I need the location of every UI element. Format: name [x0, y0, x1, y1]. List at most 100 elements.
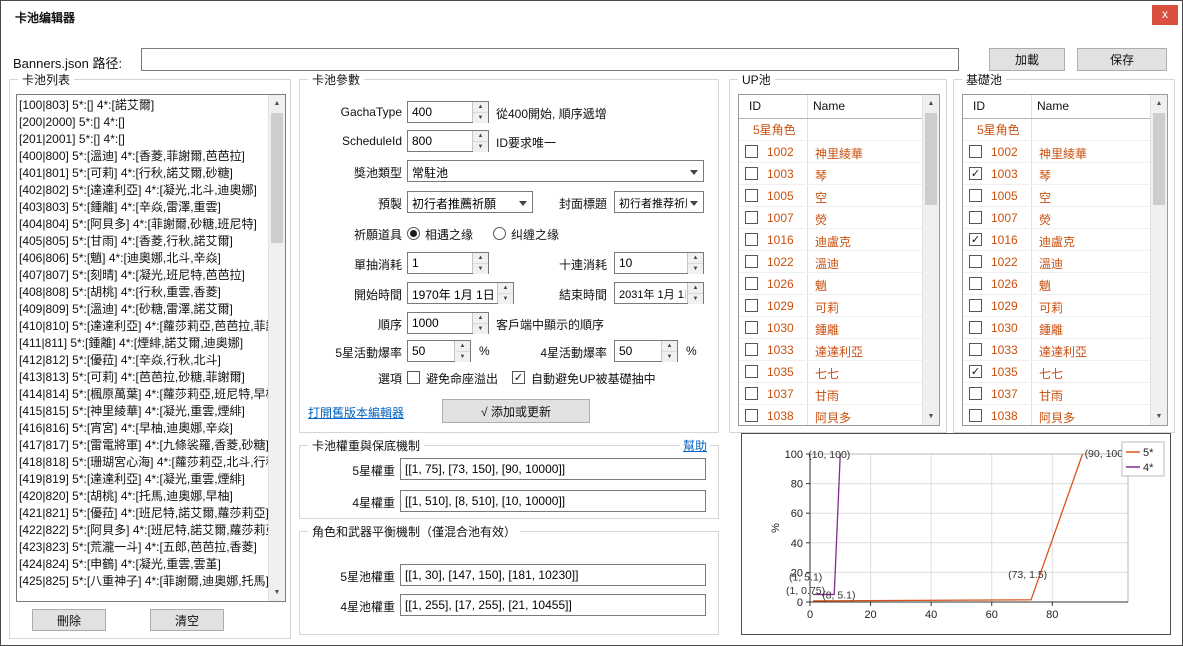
- stepper-arrows[interactable]: ▲▼: [454, 341, 470, 361]
- scroll-down-icon[interactable]: ▼: [923, 408, 939, 425]
- list-item[interactable]: [418|818] 5*:[珊瑚宮心海] 4*:[蘿莎莉亞,北斗,行秋]: [19, 454, 268, 471]
- row-checkbox[interactable]: [969, 365, 982, 378]
- list-item[interactable]: [417|817] 5*:[雷電將軍] 4*:[九條裟羅,香菱,砂糖]: [19, 437, 268, 454]
- scroll-thumb[interactable]: [1153, 113, 1165, 205]
- list-item[interactable]: [415|815] 5*:[神里綾華] 4*:[凝光,重雲,煙緋]: [19, 403, 268, 420]
- list-item[interactable]: [416|816] 5*:[宵宮] 4*:[早柚,迪奧娜,辛焱]: [19, 420, 268, 437]
- list-item[interactable]: [414|814] 5*:[楓原萬葉] 4*:[蘿莎莉亞,班尼特,早柚]: [19, 386, 268, 403]
- list-item[interactable]: [412|812] 5*:[優菈] 4*:[辛焱,行秋,北斗]: [19, 352, 268, 369]
- stepper-arrows[interactable]: ▲▼: [472, 102, 488, 122]
- up-icon[interactable]: ▲: [473, 313, 488, 324]
- list-item[interactable]: [410|810] 5*:[達達利亞] 4*:[蘿莎莉亞,芭芭拉,菲謝爾]: [19, 318, 268, 335]
- up-icon[interactable]: ▲: [688, 253, 703, 264]
- row-checkbox[interactable]: [969, 233, 982, 246]
- avoid-up-in-base-label[interactable]: 自動避免UP被基礎抽中: [531, 370, 656, 387]
- radio-acquaint-fate[interactable]: [407, 227, 420, 240]
- stepper-arrows[interactable]: ▲▼: [497, 283, 513, 303]
- row-checkbox[interactable]: [969, 343, 982, 356]
- list-item[interactable]: [404|804] 5*:[阿貝多] 4*:[菲謝爾,砂糖,班尼特]: [19, 216, 268, 233]
- pool-weight4-input[interactable]: [400, 594, 706, 616]
- close-button[interactable]: x: [1152, 5, 1178, 25]
- list-item[interactable]: [200|2000] 5*:[] 4*:[]: [19, 114, 268, 131]
- row-checkbox[interactable]: [969, 277, 982, 290]
- row-checkbox[interactable]: [969, 255, 982, 268]
- row-checkbox[interactable]: [745, 189, 758, 202]
- radio-intertwined-fate-label[interactable]: 纠缠之缘: [511, 226, 559, 243]
- rate5-stepper[interactable]: 50 ▲▼: [407, 340, 471, 362]
- path-input[interactable]: [141, 48, 959, 71]
- down-icon[interactable]: ▼: [473, 142, 488, 152]
- row-checkbox[interactable]: [745, 365, 758, 378]
- avoid-constellation-checkbox[interactable]: [407, 371, 420, 384]
- pool-type-select[interactable]: 常駐池: [407, 160, 704, 182]
- row-checkbox[interactable]: [745, 167, 758, 180]
- row-checkbox[interactable]: [969, 211, 982, 224]
- down-icon[interactable]: ▼: [498, 294, 513, 304]
- row-checkbox[interactable]: [745, 299, 758, 312]
- clear-button[interactable]: 清空: [150, 609, 224, 631]
- ten-cost-stepper[interactable]: 10 ▲▼: [614, 252, 704, 274]
- radio-intertwined-fate[interactable]: [493, 227, 506, 240]
- list-item[interactable]: [419|819] 5*:[達達利亞] 4*:[凝光,重雲,煙緋]: [19, 471, 268, 488]
- scroll-thumb[interactable]: [271, 113, 283, 243]
- list-item[interactable]: [406|806] 5*:[魈] 4*:[迪奧娜,北斗,辛焱]: [19, 250, 268, 267]
- down-icon[interactable]: ▼: [688, 294, 703, 304]
- rate4-stepper[interactable]: 50 ▲▼: [614, 340, 678, 362]
- row-checkbox[interactable]: [969, 409, 982, 422]
- row-checkbox[interactable]: [745, 211, 758, 224]
- weight5-input[interactable]: [400, 458, 706, 480]
- avoid-up-in-base-checkbox[interactable]: [512, 371, 525, 384]
- row-checkbox[interactable]: [745, 321, 758, 334]
- cover-title-select[interactable]: 初行者推荐祈愿: [614, 191, 704, 213]
- row-checkbox[interactable]: [969, 145, 982, 158]
- list-item[interactable]: [423|823] 5*:[荒瀧一斗] 4*:[五郎,芭芭拉,香菱]: [19, 539, 268, 556]
- gacha-type-stepper[interactable]: 400 ▲▼: [407, 101, 489, 123]
- table-scrollbar[interactable]: ▲ ▼: [1150, 95, 1167, 425]
- avoid-constellation-label[interactable]: 避免命座溢出: [426, 370, 498, 387]
- table-scrollbar[interactable]: ▲ ▼: [922, 95, 939, 425]
- delete-button[interactable]: 刪除: [32, 609, 106, 631]
- up-icon[interactable]: ▲: [455, 341, 470, 352]
- list-item[interactable]: [407|807] 5*:[刻晴] 4*:[凝光,班尼特,芭芭拉]: [19, 267, 268, 284]
- list-item[interactable]: [201|2001] 5*:[] 4*:[]: [19, 131, 268, 148]
- up-icon[interactable]: ▲: [498, 283, 513, 294]
- scroll-thumb[interactable]: [925, 113, 937, 205]
- list-item[interactable]: [401|801] 5*:[可莉] 4*:[行秋,諾艾爾,砂糖]: [19, 165, 268, 182]
- row-checkbox[interactable]: [745, 387, 758, 400]
- scroll-down-icon[interactable]: ▼: [269, 584, 285, 601]
- list-item[interactable]: [402|802] 5*:[達達利亞] 4*:[凝光,北斗,迪奧娜]: [19, 182, 268, 199]
- scroll-up-icon[interactable]: ▲: [269, 95, 285, 112]
- scroll-up-icon[interactable]: ▲: [1151, 95, 1167, 112]
- list-item[interactable]: [100|803] 5*:[] 4*:[諾艾爾]: [19, 97, 268, 114]
- row-checkbox[interactable]: [745, 145, 758, 158]
- radio-acquaint-fate-label[interactable]: 相遇之缘: [425, 226, 473, 243]
- start-time-picker[interactable]: 1970年 1月 1日 ▲▼: [407, 282, 514, 304]
- list-item[interactable]: [411|811] 5*:[鍾離] 4*:[煙緋,諾艾爾,迪奧娜]: [19, 335, 268, 352]
- pool-listbox[interactable]: [100|803] 5*:[] 4*:[諾艾爾][200|2000] 5*:[]…: [16, 94, 286, 602]
- load-button[interactable]: 加載: [989, 48, 1065, 71]
- end-time-picker[interactable]: 2031年 1月 1日 ▲▼: [614, 282, 704, 304]
- stepper-arrows[interactable]: ▲▼: [472, 131, 488, 151]
- down-icon[interactable]: ▼: [688, 264, 703, 274]
- list-item[interactable]: [413|813] 5*:[可莉] 4*:[芭芭拉,砂糖,菲謝爾]: [19, 369, 268, 386]
- scroll-down-icon[interactable]: ▼: [1151, 408, 1167, 425]
- row-checkbox[interactable]: [745, 409, 758, 422]
- row-checkbox[interactable]: [969, 167, 982, 180]
- up-icon[interactable]: ▲: [473, 131, 488, 142]
- up-icon[interactable]: ▲: [473, 102, 488, 113]
- stepper-arrows[interactable]: ▲▼: [472, 313, 488, 333]
- row-checkbox[interactable]: [745, 277, 758, 290]
- down-icon[interactable]: ▼: [455, 352, 470, 362]
- schedule-id-stepper[interactable]: 800 ▲▼: [407, 130, 489, 152]
- order-stepper[interactable]: 1000 ▲▼: [407, 312, 489, 334]
- list-item[interactable]: [403|803] 5*:[鍾離] 4*:[辛焱,雷澤,重雲]: [19, 199, 268, 216]
- weight4-input[interactable]: [400, 490, 706, 512]
- stepper-arrows[interactable]: ▲▼: [687, 283, 703, 303]
- row-checkbox[interactable]: [969, 387, 982, 400]
- up-icon[interactable]: ▲: [473, 253, 488, 264]
- pool-weight5-input[interactable]: [400, 564, 706, 586]
- list-item[interactable]: [409|809] 5*:[溫迪] 4*:[砂糖,雷澤,諾艾爾]: [19, 301, 268, 318]
- list-item[interactable]: [424|824] 5*:[申鶴] 4*:[凝光,重雲,雲堇]: [19, 556, 268, 573]
- down-icon[interactable]: ▼: [473, 324, 488, 334]
- list-item[interactable]: [420|820] 5*:[胡桃] 4*:[托馬,迪奧娜,早柚]: [19, 488, 268, 505]
